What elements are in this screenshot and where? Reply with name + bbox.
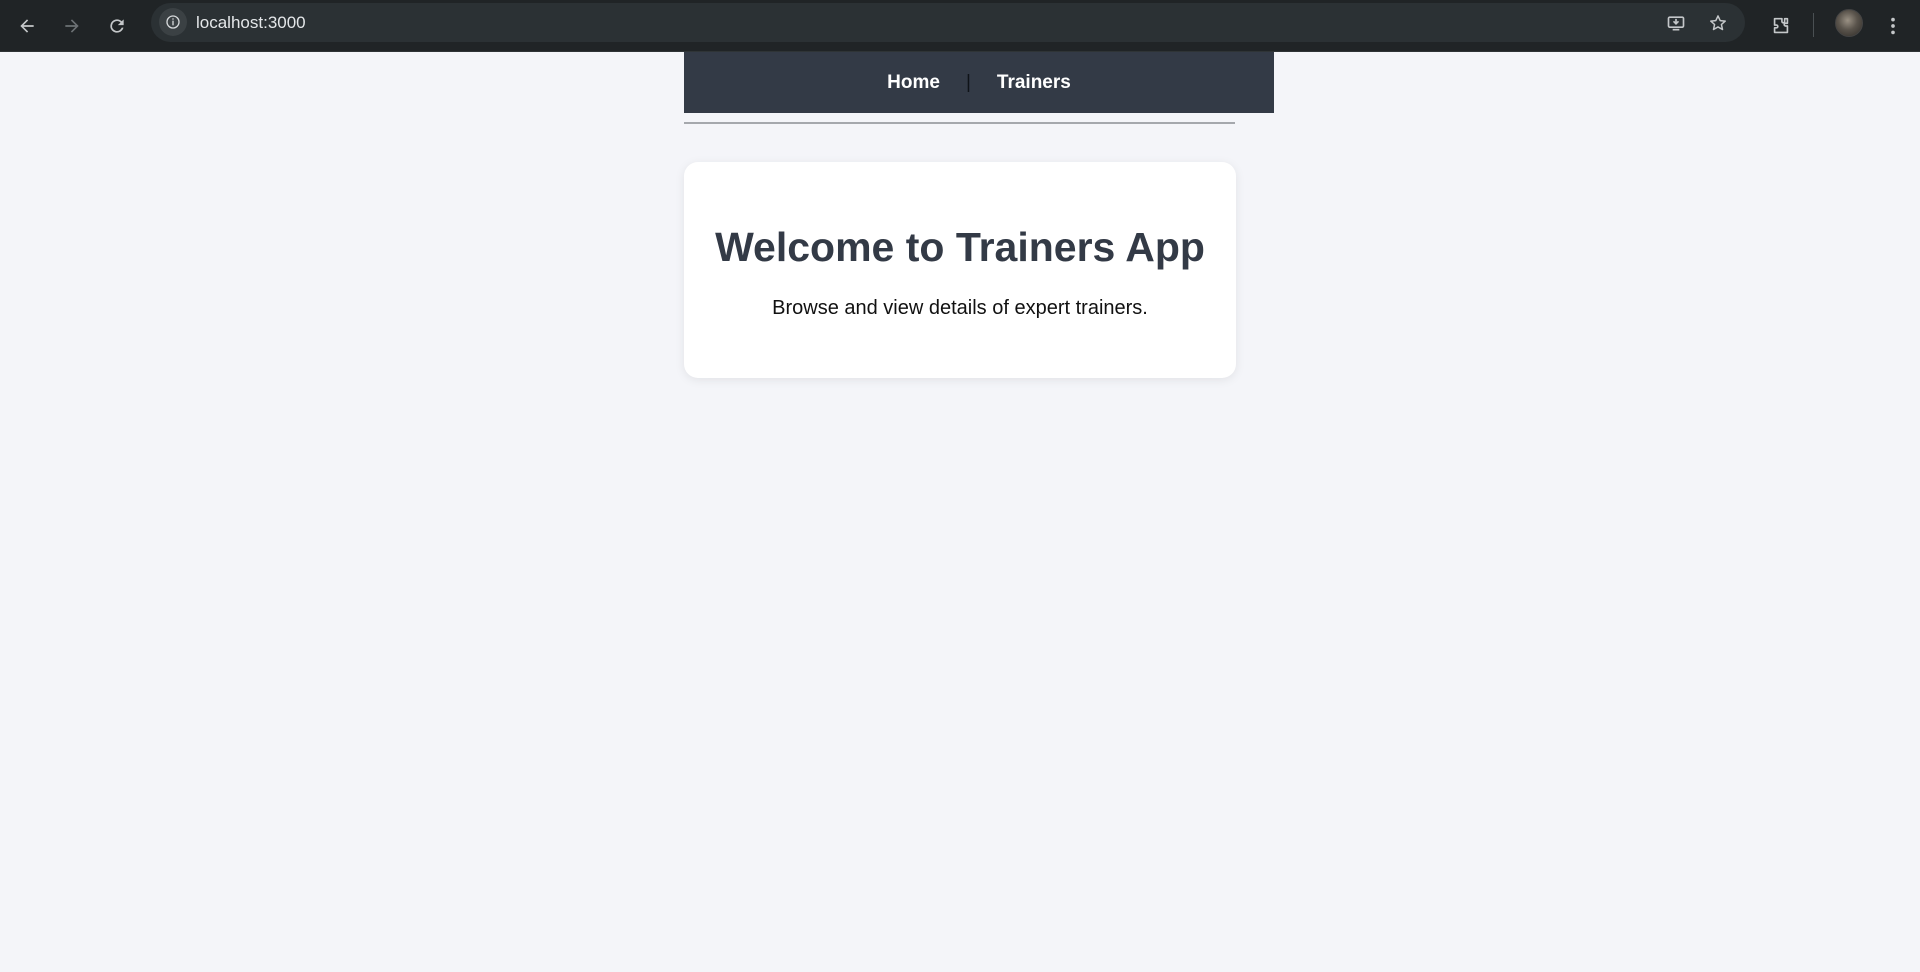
more-menu-icon	[1891, 17, 1895, 35]
site-navbar: Home | Trainers	[684, 52, 1274, 113]
page-title: Welcome to Trainers App	[715, 224, 1205, 270]
page-subtitle: Browse and view details of expert traine…	[772, 297, 1148, 319]
site-info-button[interactable]	[159, 8, 187, 36]
toolbar-separator	[1813, 13, 1814, 37]
forward-button[interactable]	[56, 10, 88, 42]
horizontal-rule	[684, 122, 1235, 124]
forward-arrow-icon	[65, 19, 79, 33]
bookmark-star-icon	[1710, 15, 1726, 31]
extensions-button[interactable]	[1763, 8, 1799, 44]
nav-divider: |	[965, 71, 971, 93]
back-button[interactable]	[11, 10, 43, 42]
reload-icon	[110, 19, 124, 33]
bookmark-button[interactable]	[1704, 9, 1732, 37]
nav-home-link[interactable]: Home	[883, 72, 944, 94]
address-bar[interactable]: localhost:3000	[151, 3, 1745, 42]
install-app-button[interactable]	[1662, 9, 1690, 37]
back-arrow-icon	[20, 19, 34, 33]
reload-button[interactable]	[101, 10, 133, 42]
welcome-card: Welcome to Trainers App Browse and view …	[684, 162, 1236, 378]
url-text[interactable]: localhost:3000	[196, 3, 306, 42]
nav-trainers-link[interactable]: Trainers	[993, 72, 1075, 94]
extensions-icon	[1773, 17, 1789, 34]
more-menu-button[interactable]	[1875, 8, 1911, 44]
profile-avatar[interactable]	[1835, 9, 1863, 37]
site-info-icon	[166, 15, 180, 29]
install-app-icon	[1667, 16, 1685, 31]
browser-toolbar: localhost:3000	[0, 0, 1920, 52]
